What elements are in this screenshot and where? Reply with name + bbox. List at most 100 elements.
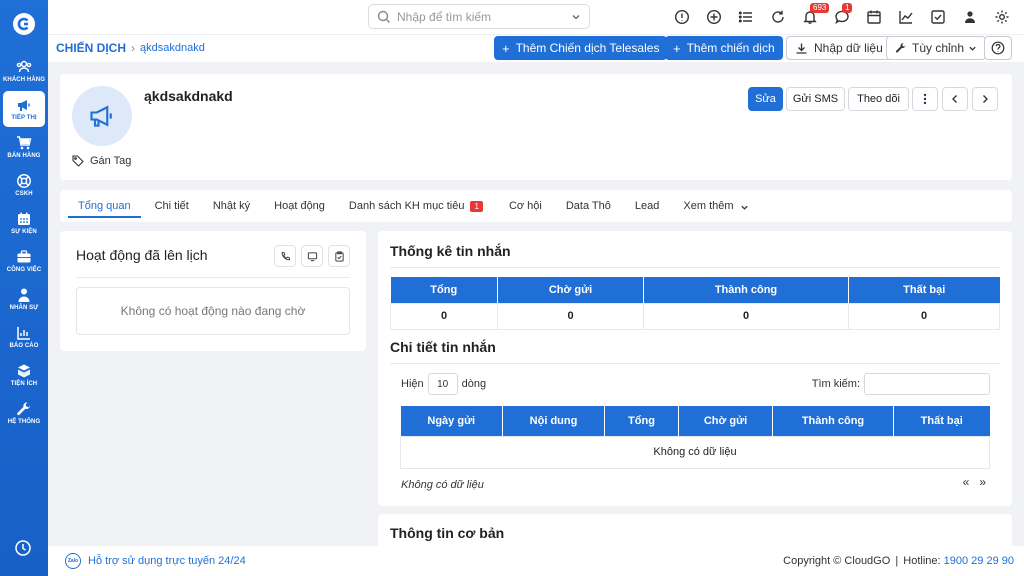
search-input[interactable]: Nhập để tìm kiếm: [397, 10, 571, 24]
gear-icon[interactable]: [986, 0, 1018, 34]
tab-raw-data[interactable]: Data Thô: [556, 190, 621, 222]
tab-opportunities[interactable]: Cơ hội: [499, 190, 552, 222]
add-icon[interactable]: [698, 0, 730, 34]
alert-icon[interactable]: [666, 0, 698, 34]
add-telesales-campaign-button[interactable]: + Thêm Chiến dịch Telesales: [494, 36, 668, 60]
tab-details[interactable]: Chi tiết: [145, 190, 199, 222]
details-header-failed[interactable]: Thất bại: [893, 406, 990, 436]
tab-more[interactable]: Xem thêm: [673, 190, 758, 222]
basic-info-title: Thông tin cơ bản: [390, 525, 505, 541]
show-label: Hiện: [401, 378, 424, 390]
global-search[interactable]: Nhập để tìm kiếm: [368, 4, 590, 29]
follow-button[interactable]: Theo dõi: [848, 87, 909, 111]
details-header-total[interactable]: Tổng: [604, 406, 679, 436]
stats-header-success: Thành công: [643, 277, 849, 303]
sidebar-item-label: CÔNG VIỆC: [6, 267, 42, 273]
pagination-prev[interactable]: «: [963, 475, 970, 489]
tab-overview[interactable]: Tổng quan: [68, 190, 141, 222]
tab-log[interactable]: Nhật ký: [203, 190, 260, 222]
clipboard-icon[interactable]: [328, 245, 350, 267]
tab-label: Xem thêm: [683, 200, 734, 212]
history-icon[interactable]: [14, 539, 32, 560]
chart-icon[interactable]: [890, 0, 922, 34]
previous-record-button[interactable]: [942, 87, 968, 111]
next-record-button[interactable]: [972, 87, 998, 111]
divider: [76, 277, 350, 278]
refresh-icon[interactable]: [762, 0, 794, 34]
breadcrumb-module[interactable]: CHIẾN DỊCH: [56, 41, 126, 55]
more-actions-button[interactable]: [912, 87, 938, 111]
support-link[interactable]: Hỗ trợ sử dụng trực tuyến 24/24: [88, 555, 246, 567]
stats-header-total: Tổng: [390, 277, 498, 303]
details-header-success[interactable]: Thành công: [772, 406, 894, 436]
sidebar-item-reports[interactable]: BÁO CÁO: [3, 319, 45, 355]
scheduled-empty-state: Không có hoạt động nào đang chờ: [76, 287, 350, 335]
table-search: Tìm kiếm:: [812, 373, 990, 395]
rows-label: dòng: [461, 378, 487, 390]
copyright: Copyright © CloudGO: [783, 555, 891, 567]
details-header-date[interactable]: Ngày gửi: [400, 406, 503, 436]
person-icon: [18, 288, 30, 302]
calendar-icon: [18, 212, 30, 225]
page-size-select[interactable]: 10: [427, 373, 458, 395]
details-header-pending[interactable]: Chờ gửi: [678, 406, 773, 436]
add-campaign-button[interactable]: + Thêm chiến dịch: [665, 36, 783, 60]
monitor-icon[interactable]: [301, 245, 323, 267]
calendar-icon[interactable]: [858, 0, 890, 34]
help-button[interactable]: [984, 36, 1012, 60]
campaign-avatar: [72, 86, 132, 146]
utilities-icon: [18, 364, 30, 378]
pagination-next[interactable]: »: [979, 475, 986, 489]
tab-label: Lead: [634, 200, 660, 212]
sidebar-item-marketing[interactable]: TIẾP THỊ: [3, 91, 45, 127]
table-search-input[interactable]: [864, 373, 990, 395]
breadcrumb-record[interactable]: ąkdsakdnakd: [140, 42, 205, 54]
briefcase-icon: [17, 250, 31, 263]
user-icon[interactable]: [954, 0, 986, 34]
scheduled-activities-title: Hoạt động đã lên lịch: [76, 247, 208, 263]
cart-icon: [17, 136, 32, 150]
scheduled-actions: [269, 245, 350, 267]
sidebar-item-tasks[interactable]: CÔNG VIỆC: [3, 243, 45, 279]
send-sms-button[interactable]: Gửi SMS: [786, 87, 845, 111]
stats-value-failed: 0: [848, 302, 1000, 330]
import-data-button[interactable]: Nhập dữ liệu: [786, 36, 892, 60]
sidebar-item-support[interactable]: CSKH: [3, 167, 45, 203]
wrench-icon: [895, 43, 906, 53]
phone-icon[interactable]: [274, 245, 296, 267]
tab-activities[interactable]: Hoạt động: [264, 190, 335, 222]
sidebar-item-sales[interactable]: BÁN HÀNG: [3, 129, 45, 165]
wrench-icon: [17, 402, 30, 416]
customize-button[interactable]: Tùy chỉnh: [886, 36, 987, 60]
sidebar-item-utilities[interactable]: TIỆN ÍCH: [3, 357, 45, 393]
tab-label: Chi tiết: [154, 200, 189, 212]
report-icon: [17, 327, 30, 340]
sidebar-item-events[interactable]: SỰ KIỆN: [3, 205, 45, 241]
chevron-left-icon: [952, 95, 957, 103]
checkbox-icon[interactable]: [922, 0, 954, 34]
sidebar-item-hr[interactable]: NHÂN SỰ: [3, 281, 45, 317]
list-icon[interactable]: [730, 0, 762, 34]
sidebar-item-label: TIỆN ÍCH: [10, 381, 38, 387]
sidebar-item-label: SỰ KIỆN: [11, 229, 37, 235]
sidebar-item-system[interactable]: HỆ THỐNG: [3, 395, 45, 431]
cloudgo-logo[interactable]: [9, 9, 39, 39]
assign-tag[interactable]: Gán Tag: [72, 155, 131, 167]
chat-badge: 1: [842, 3, 853, 13]
chat-icon[interactable]: 1: [826, 0, 858, 34]
plus-icon: +: [502, 40, 510, 56]
support-icon: [17, 174, 31, 188]
stats-header-failed: Thất bại: [848, 277, 1000, 303]
add-telesales-label: Thêm Chiến dịch Telesales: [515, 41, 660, 55]
zalo-icon[interactable]: Zalo: [65, 553, 81, 569]
tab-lead[interactable]: Lead: [625, 190, 669, 222]
hotline-number[interactable]: 1900 29 29 90: [944, 555, 1014, 567]
bell-icon[interactable]: 693: [794, 0, 830, 34]
sidebar-item-label: HỆ THỐNG: [7, 419, 41, 425]
edit-button[interactable]: Sửa: [748, 87, 783, 111]
tab-target-list[interactable]: Danh sách KH mục tiêu 1: [339, 190, 493, 222]
footer-contact: Copyright © CloudGO | Hotline: 1900 29 2…: [783, 555, 1014, 567]
topbar-icons: 693 1: [666, 0, 1018, 34]
sidebar-item-customers[interactable]: KHÁCH HÀNG: [3, 53, 45, 89]
details-header-content[interactable]: Nội dung: [502, 406, 605, 436]
